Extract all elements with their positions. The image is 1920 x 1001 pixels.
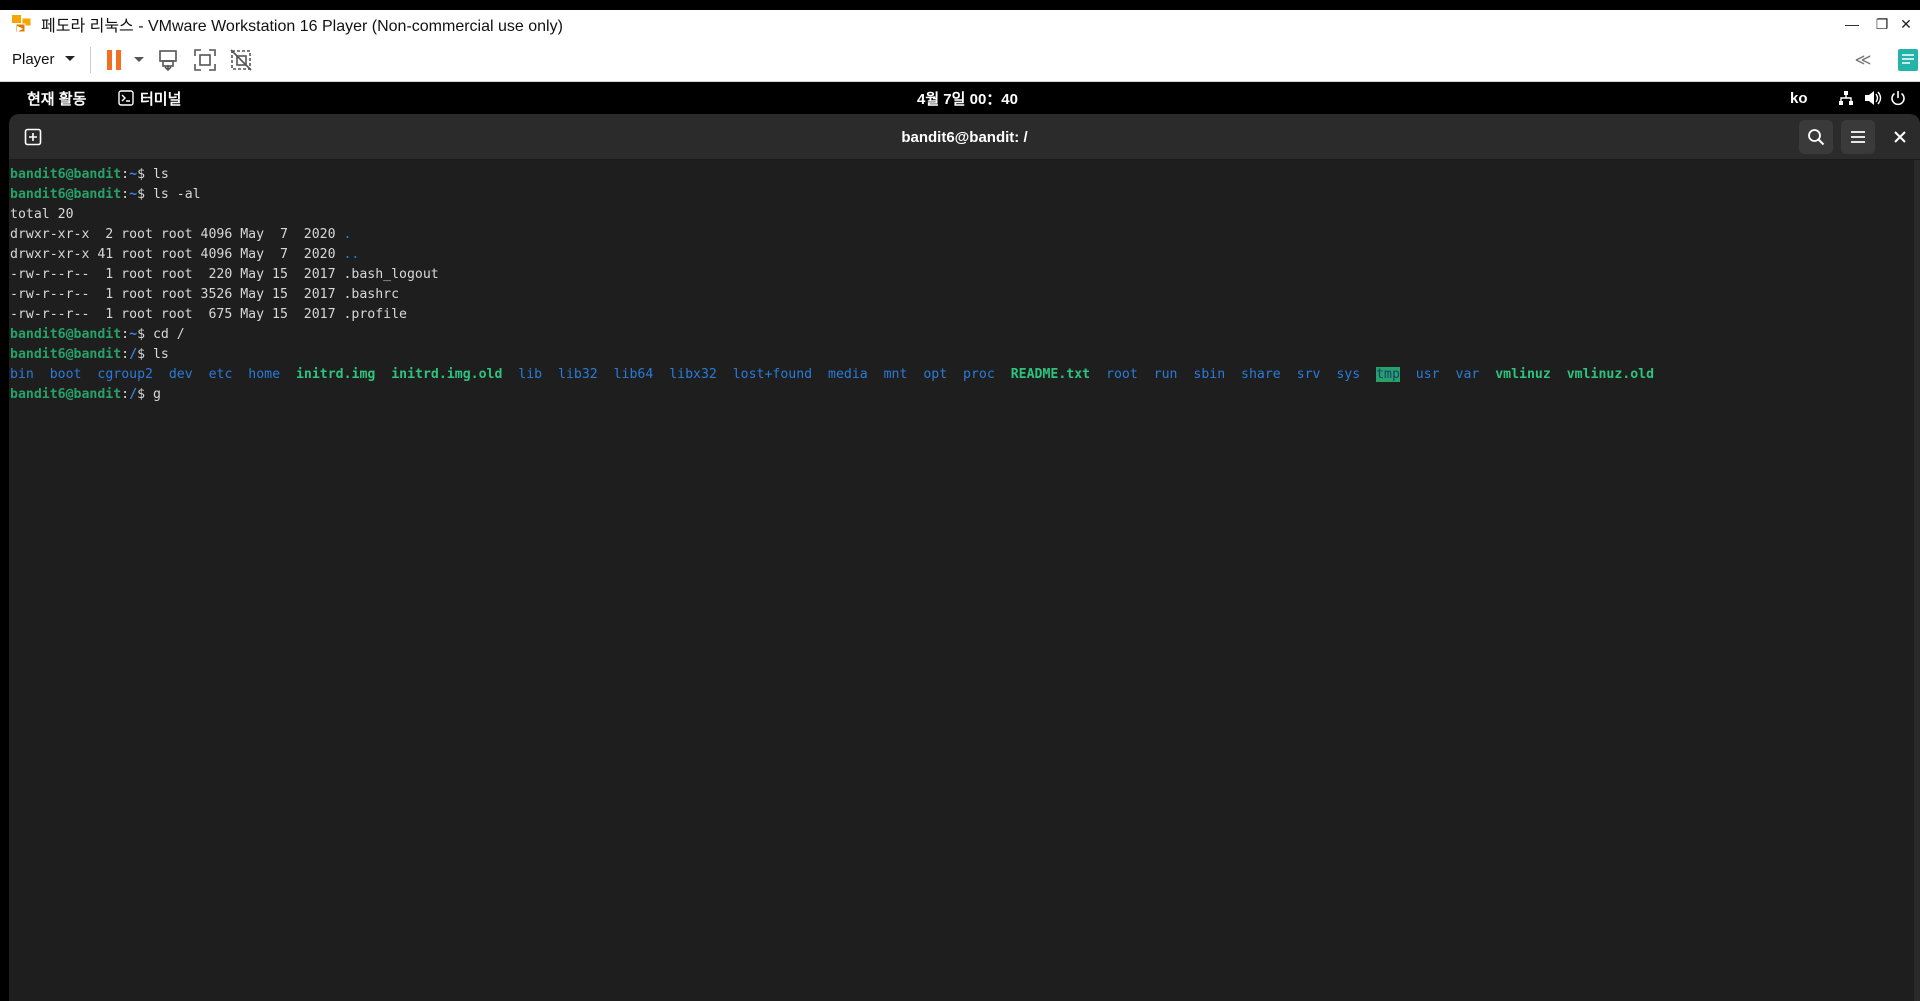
ls-entry: bin <box>10 367 34 382</box>
ls-entry: lib <box>518 367 543 382</box>
collapse-toolbar-icon[interactable]: ≪ <box>1852 50 1874 70</box>
chevron-down-icon <box>64 56 75 61</box>
notes-icon[interactable] <box>1896 47 1920 73</box>
ls-entry: boot <box>49 367 82 382</box>
ls-entry: usr <box>1415 367 1440 382</box>
close-window-button[interactable]: ✕ <box>1890 10 1920 38</box>
app-menu-terminal[interactable]: 터미널 <box>118 82 181 114</box>
ls-entry: initrd.img.old <box>391 367 503 382</box>
terminal-line: bandit6@bandit:/$ g <box>10 387 161 402</box>
gnome-top-bar: 현재 활동 터미널 4월 7일 00：40 ko <box>0 82 1920 114</box>
hamburger-menu-button[interactable] <box>1841 120 1875 154</box>
svg-text:▶: ▶ <box>17 24 24 33</box>
terminal-line: bandit6@bandit:~$ ls -al <box>10 187 201 202</box>
ls-entry: dev <box>168 367 193 382</box>
top-black-strip <box>0 0 1920 10</box>
ls-entry: sbin <box>1193 367 1226 382</box>
ls-entry: root <box>1106 367 1138 382</box>
ls-entry: lib32 <box>558 367 598 382</box>
fullscreen-icon[interactable] <box>192 47 218 73</box>
terminal-scrollbar[interactable] <box>1914 160 1920 1001</box>
ls-entry: run <box>1153 367 1178 382</box>
ls-entry: libx32 <box>669 367 717 382</box>
ls-entry: cgroup2 <box>97 367 153 382</box>
close-icon <box>1894 131 1906 143</box>
terminal-line: bin boot cgroup2 dev etc home initrd.img… <box>10 367 1654 382</box>
ls-entry: tmp <box>1376 367 1400 382</box>
ls-entry: home <box>248 367 281 382</box>
ls-entry: etc <box>208 367 233 382</box>
ls-entry: media <box>828 367 868 382</box>
ls-entry: initrd.img <box>295 367 376 382</box>
window-titlebar: ▶ 페도라 리눅스 - VMware Workstation 16 Player… <box>0 10 1920 38</box>
vmware-logo-icon: ▶ <box>11 14 33 34</box>
terminal-line: total 20 <box>10 207 74 222</box>
ls-entry: sys <box>1336 367 1361 382</box>
search-icon <box>1808 129 1825 146</box>
ls-entry: README.txt <box>1010 367 1091 382</box>
ls-entry: var <box>1455 367 1480 382</box>
activities-button[interactable]: 현재 활동 <box>27 82 86 114</box>
network-icon[interactable] <box>1838 82 1854 114</box>
toolbar-divider <box>90 47 91 73</box>
minimize-button[interactable]: — <box>1836 10 1868 38</box>
search-button[interactable] <box>1799 120 1833 154</box>
volume-icon[interactable] <box>1864 82 1882 114</box>
window-title: 페도라 리눅스 - VMware Workstation 16 Player (… <box>41 18 563 35</box>
pause-icon[interactable] <box>104 46 124 74</box>
ls-entry: lost+found <box>732 367 813 382</box>
close-terminal-button[interactable] <box>1883 120 1917 154</box>
ls-entry: share <box>1241 367 1281 382</box>
clock[interactable]: 4월 7일 00：40 <box>917 82 1018 114</box>
terminal-line: -rw-r--r-- 1 root root 3526 May 15 2017 … <box>10 287 400 302</box>
terminal-line: bandit6@bandit:/$ ls <box>10 347 169 362</box>
terminal-line: -rw-r--r-- 1 root root 675 May 15 2017 .… <box>10 307 407 322</box>
terminal-line: drwxr-xr-x 2 root root 4096 May 7 2020 . <box>10 227 352 242</box>
power-icon[interactable] <box>1890 82 1906 114</box>
ls-entry: proc <box>963 367 995 382</box>
ls-entry: lib64 <box>613 367 654 382</box>
terminal-line: drwxr-xr-x 41 root root 4096 May 7 2020 … <box>10 247 360 262</box>
unity-icon[interactable] <box>228 47 254 73</box>
input-method-indicator[interactable]: ko <box>1790 82 1808 114</box>
ls-entry: srv <box>1296 367 1321 382</box>
terminal-icon <box>118 90 134 106</box>
pause-dropdown-chevron-icon[interactable] <box>131 52 147 68</box>
terminal-line: bandit6@bandit:~$ cd / <box>10 327 185 342</box>
terminal-title: bandit6@bandit: / <box>901 128 1028 146</box>
vmware-toolbar: Player ≪ <box>0 38 1920 82</box>
send-ctrl-alt-del-icon[interactable] <box>156 47 182 73</box>
ls-entry: vmlinuz <box>1495 367 1551 382</box>
terminal-body[interactable]: bandit6@bandit:~$ ls bandit6@bandit:~$ l… <box>9 160 1920 1001</box>
ls-entry: opt <box>923 367 948 382</box>
terminal-headerbar: bandit6@bandit: / <box>9 114 1920 160</box>
player-menu[interactable]: Player <box>12 46 76 72</box>
ls-entry: vmlinuz.old <box>1566 367 1655 382</box>
terminal-output: bandit6@bandit:~$ ls bandit6@bandit:~$ l… <box>10 165 1654 405</box>
terminal-line: bandit6@bandit:~$ ls <box>10 167 169 182</box>
hamburger-menu-icon <box>1851 131 1865 143</box>
terminal-line: -rw-r--r-- 1 root root 220 May 15 2017 .… <box>10 267 439 282</box>
ls-entry: mnt <box>883 367 908 382</box>
